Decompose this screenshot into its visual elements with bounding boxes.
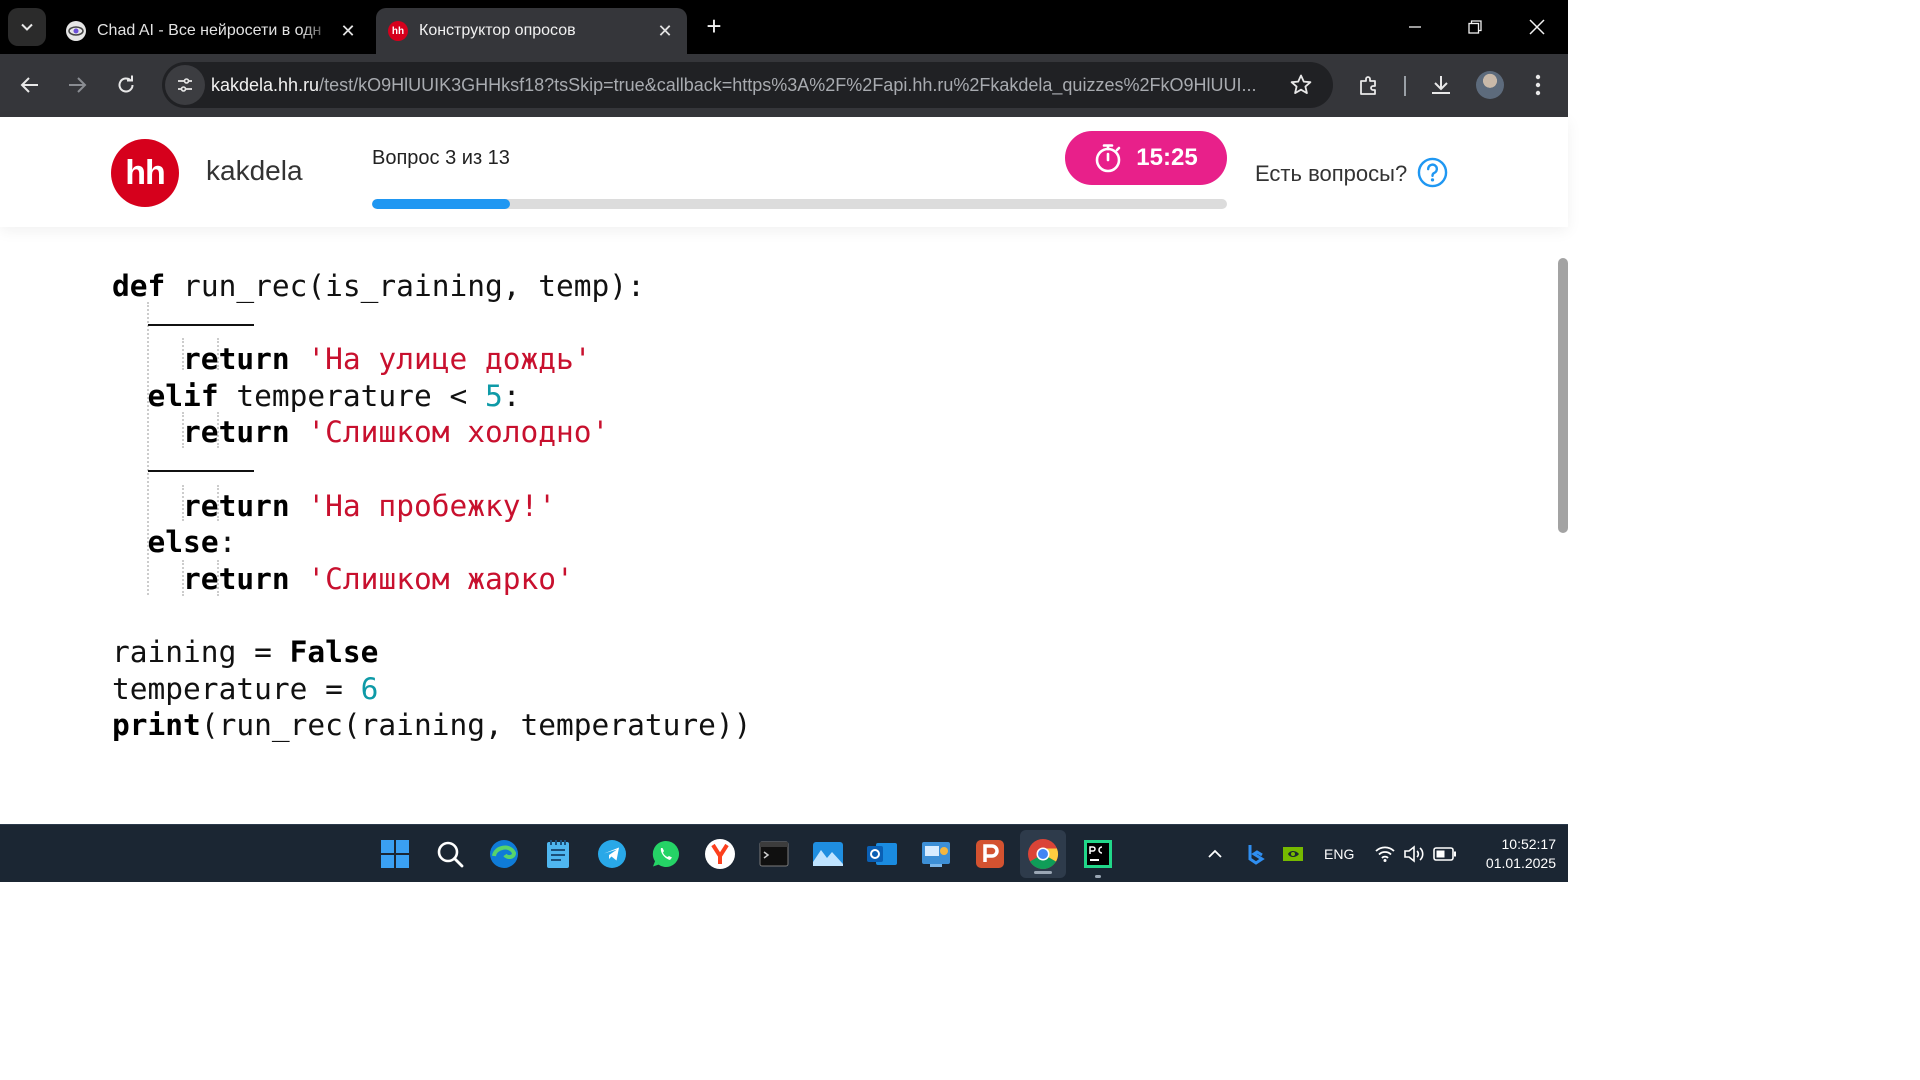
timer-value: 15:25 xyxy=(1136,144,1198,171)
system-clock[interactable]: 10:52:17 01.01.2025 xyxy=(1466,835,1556,873)
outlook-icon[interactable] xyxy=(865,837,899,871)
nvidia-icon[interactable] xyxy=(1276,837,1310,871)
whatsapp-icon[interactable] xyxy=(649,837,683,871)
clock-time: 10:52:17 xyxy=(1501,836,1557,852)
windows-start-icon[interactable] xyxy=(378,837,412,871)
code-line: elif temperature < 5: xyxy=(147,378,521,413)
back-button[interactable] xyxy=(12,67,48,103)
close-tab-icon[interactable]: ✕ xyxy=(336,19,360,43)
tab-title: Конструктор опросов xyxy=(419,22,576,39)
question-counter: Вопрос 3 из 13 xyxy=(372,147,510,169)
terminal-icon[interactable] xyxy=(757,837,791,871)
browser-tab-strip: Chad AI - Все нейросети в одн ✕ hh Конст… xyxy=(0,0,1568,54)
restore-button[interactable] xyxy=(1452,8,1498,46)
control-panel-icon[interactable] xyxy=(919,837,953,871)
bookmark-star-icon[interactable] xyxy=(1289,73,1313,102)
volume-icon[interactable] xyxy=(1398,837,1432,871)
code-line: return 'На пробежку!' xyxy=(183,488,557,523)
chevron-down-icon xyxy=(21,23,33,31)
survey-header: hh kakdela Вопрос 3 из 13 15:25 Есть воп… xyxy=(0,117,1568,227)
code-line xyxy=(112,451,751,488)
code-line: temperature = 6 xyxy=(112,671,379,706)
downloads-button[interactable] xyxy=(1423,67,1459,103)
arrow-left-icon xyxy=(20,77,38,93)
code-line: return 'Слишком холодно' xyxy=(183,415,610,450)
tab-chad-ai[interactable]: Chad AI - Все нейросети в одн ✕ xyxy=(54,8,370,54)
profile-avatar[interactable] xyxy=(1476,71,1504,99)
kebab-menu-icon xyxy=(1535,74,1541,96)
edge-icon[interactable] xyxy=(487,837,521,871)
countdown-timer: 15:25 xyxy=(1065,131,1227,185)
code-line: raining = False xyxy=(112,634,379,669)
help-link-label[interactable]: Есть вопросы? xyxy=(1255,161,1407,187)
arrow-right-icon xyxy=(69,77,87,93)
code-line: print(run_rec(raining, temperature)) xyxy=(112,708,752,743)
new-tab-button[interactable]: + xyxy=(700,12,728,42)
hh-favicon-icon: hh xyxy=(388,21,408,41)
code-line xyxy=(112,305,751,342)
running-app-indicator xyxy=(1095,875,1101,878)
reload-icon xyxy=(118,75,134,93)
url-text[interactable]: kakdela.hh.ru/test/kO9HlUUIK3GHHksf18?ts… xyxy=(211,75,1275,96)
pycharm-icon[interactable] xyxy=(1081,837,1115,878)
photos-icon[interactable] xyxy=(811,837,845,871)
toolbar-divider xyxy=(1404,76,1406,96)
tab-title: Chad AI - Все нейросети в одн xyxy=(97,22,322,39)
question-help-icon[interactable] xyxy=(1417,157,1448,188)
answer-blank xyxy=(147,469,254,472)
puzzle-icon xyxy=(1360,76,1376,95)
stopwatch-icon xyxy=(1095,144,1121,173)
active-app-indicator xyxy=(1034,871,1052,874)
extensions-button[interactable] xyxy=(1351,67,1387,103)
code-snippet: def run_rec(is_raining, temp): return 'Н… xyxy=(112,268,751,744)
forward-button[interactable] xyxy=(59,67,95,103)
code-line: return 'На улице дождь' xyxy=(183,342,592,377)
progress-bar-fill xyxy=(372,199,511,209)
bing-icon[interactable] xyxy=(1238,837,1272,871)
url-domain: kakdela.hh.ru xyxy=(211,74,320,95)
reload-button[interactable] xyxy=(108,67,144,103)
close-icon xyxy=(1529,19,1545,35)
url-path: /test/kO9HlUUIK3GHHksf18?tsSkip=true&cal… xyxy=(319,74,1257,95)
download-icon xyxy=(1432,76,1450,94)
code-line: return 'Слишком жарко' xyxy=(183,561,574,596)
address-bar[interactable]: kakdela.hh.ru/test/kO9HlUUIK3GHHksf18?ts… xyxy=(162,62,1333,108)
wifi-icon[interactable] xyxy=(1368,837,1402,871)
powerpoint-icon[interactable] xyxy=(973,837,1007,871)
telegram-icon[interactable] xyxy=(595,837,629,871)
hh-logo[interactable]: hh xyxy=(111,139,179,207)
tab-survey-builder[interactable]: hh Конструктор опросов ✕ xyxy=(376,8,687,54)
progress-bar xyxy=(372,199,1227,209)
browser-menu-button[interactable] xyxy=(1520,67,1556,103)
clock-date: 01.01.2025 xyxy=(1485,855,1556,871)
code-line: def run_rec(is_raining, temp): xyxy=(112,269,645,303)
code-line: else: xyxy=(147,525,237,560)
yandex-browser-icon[interactable] xyxy=(703,837,737,871)
minimize-button[interactable] xyxy=(1392,8,1438,46)
keyboard-language[interactable]: ENG xyxy=(1324,846,1354,862)
minimize-icon xyxy=(1409,26,1421,28)
close-window-button[interactable] xyxy=(1514,8,1560,46)
notepad-icon[interactable] xyxy=(541,837,575,871)
chrome-icon[interactable] xyxy=(1020,830,1066,878)
site-info-icon[interactable] xyxy=(165,65,205,105)
brand-name: kakdela xyxy=(206,155,303,186)
close-tab-icon[interactable]: ✕ xyxy=(653,19,677,43)
restore-icon xyxy=(1468,20,1482,34)
chevron-up-icon[interactable] xyxy=(1198,837,1232,871)
search-icon[interactable] xyxy=(433,837,467,871)
windows-taskbar: ENG 10:52:17 01.01.2025 xyxy=(0,824,1568,882)
page-scrollbar[interactable] xyxy=(1558,258,1568,533)
tab-search-button[interactable] xyxy=(8,8,46,46)
chad-ai-favicon-icon xyxy=(66,21,86,41)
answer-blank xyxy=(147,323,254,326)
browser-toolbar: kakdela.hh.ru/test/kO9HlUUIK3GHHksf18?ts… xyxy=(0,54,1568,117)
battery-icon[interactable] xyxy=(1428,837,1462,871)
